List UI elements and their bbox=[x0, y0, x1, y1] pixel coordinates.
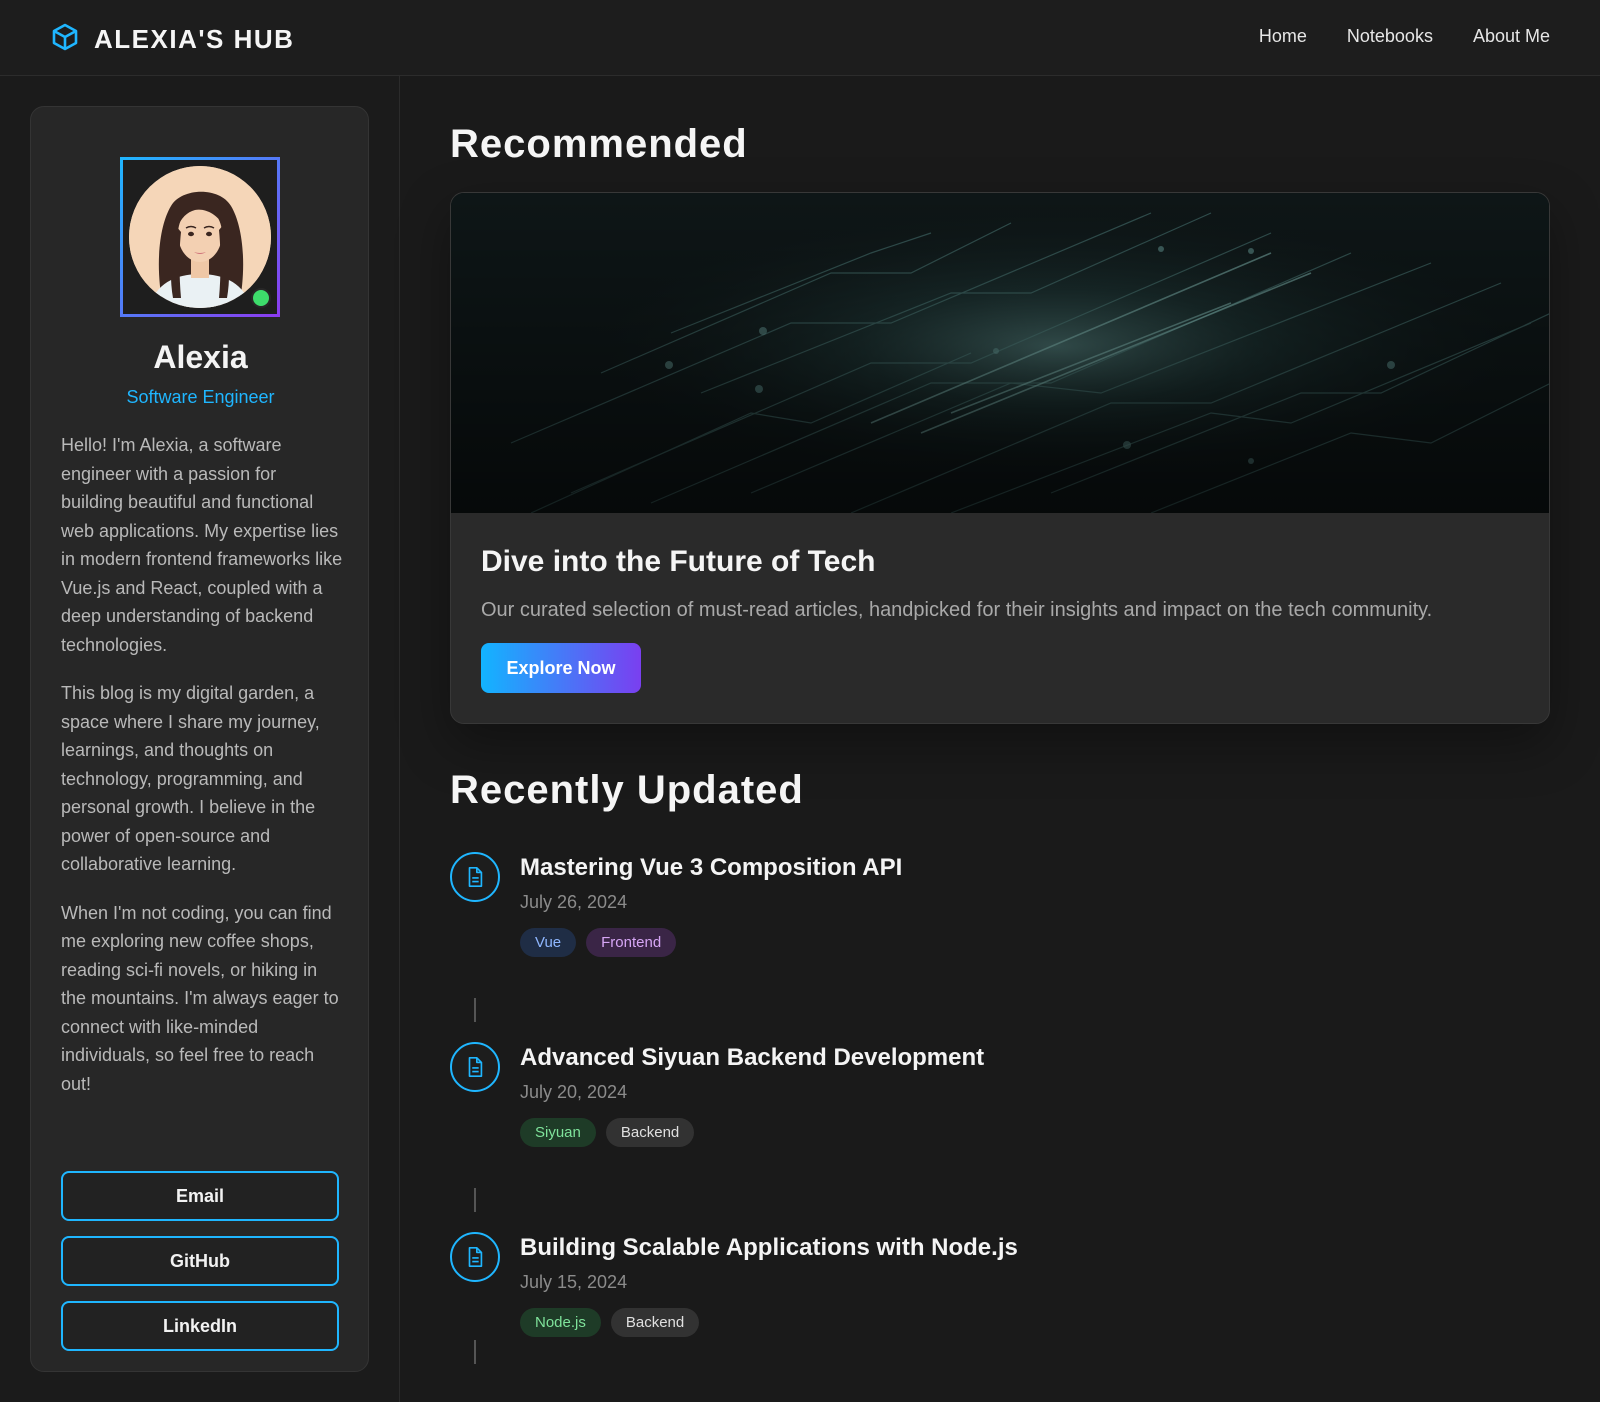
explore-now-button[interactable]: Explore Now bbox=[481, 643, 641, 693]
nav-about-me[interactable]: About Me bbox=[1473, 26, 1550, 47]
tag-frontend[interactable]: Frontend bbox=[586, 928, 677, 957]
article-date: July 26, 2024 bbox=[520, 892, 628, 912]
tag-nodejs[interactable]: Node.js bbox=[520, 1308, 601, 1337]
avatar-frame bbox=[120, 157, 280, 317]
recommended-heading: Recommended bbox=[450, 122, 748, 166]
recommended-card[interactable]: Dive into the Future of Tech Our curated… bbox=[450, 192, 1550, 724]
sidebar: Alexia Software Engineer Hello! I'm Alex… bbox=[0, 76, 400, 1402]
profile-card: Alexia Software Engineer Hello! I'm Alex… bbox=[30, 106, 369, 1372]
profile-name: Alexia bbox=[153, 339, 248, 375]
recommended-description: Our curated selection of must-read artic… bbox=[481, 599, 1433, 621]
article-date: July 20, 2024 bbox=[520, 1082, 628, 1102]
recommended-title: Dive into the Future of Tech bbox=[481, 545, 876, 578]
document-icon bbox=[450, 852, 500, 902]
tag-backend[interactable]: Backend bbox=[610, 1308, 700, 1337]
linkedin-button[interactable]: LinkedIn bbox=[61, 1301, 339, 1351]
cube-icon bbox=[50, 22, 80, 57]
main-content: Recommended Dive into the Future of Tech… bbox=[400, 76, 1600, 1402]
timeline-connector bbox=[474, 998, 476, 1022]
list-item: Building Scalable Applications with Node… bbox=[450, 1232, 1550, 1372]
bio: Hello! I'm Alexia, a software engineer w… bbox=[61, 431, 343, 1118]
brand[interactable]: ALEXIA'S HUB bbox=[50, 22, 294, 57]
timeline-connector bbox=[474, 1188, 476, 1212]
document-icon bbox=[450, 1232, 500, 1282]
bio-paragraph: Hello! I'm Alexia, a software engineer w… bbox=[61, 435, 343, 655]
nav-notebooks[interactable]: Notebooks bbox=[1347, 26, 1433, 47]
bio-paragraph: This blog is my digital garden, a space … bbox=[61, 683, 320, 874]
bio-paragraph: When I'm not coding, you can find me exp… bbox=[61, 902, 339, 1094]
hero-image bbox=[451, 193, 1549, 513]
tag-list: Node.js Backend bbox=[520, 1308, 700, 1337]
online-status-dot bbox=[251, 288, 271, 308]
profile-role: Software Engineer bbox=[126, 387, 275, 407]
recently-updated-heading: Recently Updated bbox=[450, 768, 804, 812]
tag-list: Vue Frontend bbox=[520, 928, 677, 957]
tag-siyuan[interactable]: Siyuan bbox=[520, 1118, 596, 1147]
article-date: July 15, 2024 bbox=[520, 1272, 628, 1292]
list-item: Advanced Siyuan Backend Development July… bbox=[450, 1042, 1550, 1182]
article-title[interactable]: Building Scalable Applications with Node… bbox=[520, 1234, 1018, 1262]
brand-name: ALEXIA'S HUB bbox=[94, 24, 295, 54]
top-navbar: ALEXIA'S HUB Home Notebooks About Me bbox=[0, 0, 1600, 76]
avatar bbox=[129, 166, 271, 308]
document-icon bbox=[450, 1042, 500, 1092]
social-links: Email GitHub LinkedIn bbox=[61, 1171, 339, 1366]
main-nav: Home Notebooks About Me bbox=[1259, 26, 1550, 47]
tag-backend[interactable]: Backend bbox=[605, 1118, 695, 1147]
github-button[interactable]: GitHub bbox=[61, 1236, 339, 1286]
tag-vue[interactable]: Vue bbox=[520, 928, 577, 957]
timeline-connector bbox=[474, 1340, 476, 1364]
nav-home[interactable]: Home bbox=[1259, 26, 1307, 47]
email-button[interactable]: Email bbox=[61, 1171, 339, 1221]
list-item: Mastering Vue 3 Composition API July 26,… bbox=[450, 852, 1550, 992]
article-title[interactable]: Mastering Vue 3 Composition API bbox=[520, 854, 902, 882]
article-title[interactable]: Advanced Siyuan Backend Development bbox=[520, 1044, 984, 1072]
tag-list: Siyuan Backend bbox=[520, 1118, 695, 1147]
